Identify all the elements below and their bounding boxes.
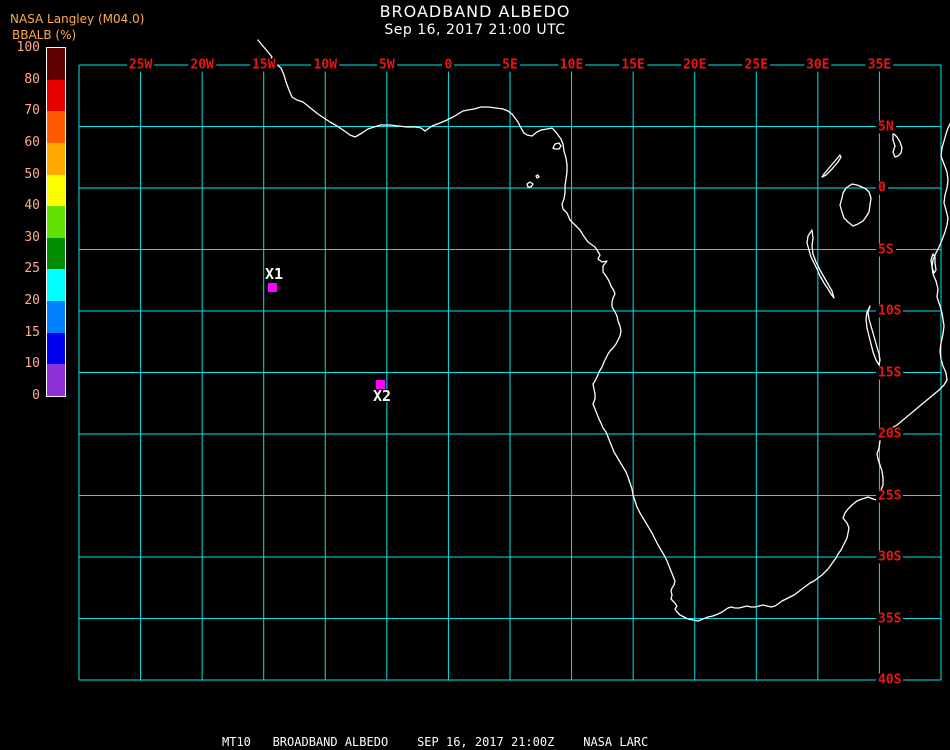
app-screen: BROADBAND ALBEDO Sep 16, 2017 21:00 UTC … <box>0 0 950 750</box>
lat-label-5N: 5N <box>876 119 896 134</box>
footer-caption: MT10 BROADBAND ALBEDO SEP 16, 2017 21:00… <box>222 735 649 749</box>
lat-label-40S: 40S <box>876 672 904 688</box>
map-grid <box>78 64 942 681</box>
lat-label-35S: 35S <box>876 611 904 626</box>
lat-label-30S: 30S <box>876 549 904 565</box>
map-canvas <box>78 39 950 681</box>
lat-label-20S: 20S <box>876 426 904 442</box>
lon-label-35E: 35E <box>865 57 894 73</box>
lat-label-25S: 25S <box>876 488 904 503</box>
marker-square-x1 <box>268 283 277 292</box>
lat-label-5S: 5S <box>876 242 896 257</box>
lon-label-25W: 25W <box>126 57 155 73</box>
lon-label-0: 0 <box>442 57 455 73</box>
lon-label-20E: 20E <box>680 57 709 73</box>
island-bioko <box>552 142 562 150</box>
lon-label-5E: 5E <box>500 57 520 73</box>
marker-label-x2: X2 <box>373 387 392 405</box>
lat-label-10S: 10S <box>876 303 904 319</box>
lon-label-30E: 30E <box>804 57 832 73</box>
lon-label-5W: 5W <box>377 57 397 73</box>
marker-label-x1: X1 <box>265 265 284 283</box>
lat-label-15S: 15S <box>876 365 904 380</box>
lon-label-15W: 15W <box>249 57 278 73</box>
lon-label-15E: 15E <box>619 57 647 73</box>
island-zanzibar <box>930 253 937 274</box>
island-sao-tome <box>526 181 534 188</box>
lake-albert <box>821 154 842 178</box>
lake-victoria <box>839 183 872 227</box>
lon-label-25E: 25E <box>742 57 771 73</box>
lake-tanganyika <box>806 229 835 299</box>
island-principe <box>535 174 540 179</box>
coastline-africa <box>257 39 950 622</box>
lon-label-10E: 10E <box>557 57 586 73</box>
lon-label-10W: 10W <box>311 57 340 73</box>
lon-label-20W: 20W <box>188 57 216 73</box>
lake-turkana <box>892 132 903 158</box>
lat-label-0: 0 <box>876 180 888 196</box>
